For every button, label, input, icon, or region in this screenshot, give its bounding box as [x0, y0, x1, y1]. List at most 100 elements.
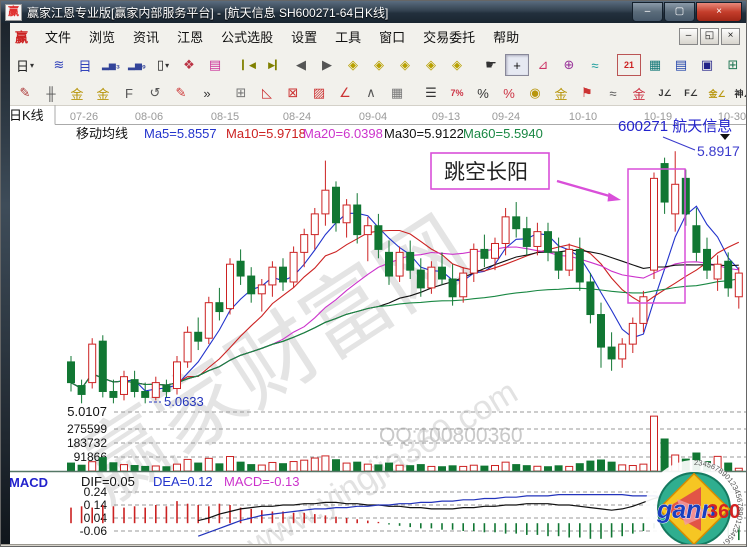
volume-bar [121, 465, 128, 471]
gold-ratio-grid-button[interactable]: 金 [91, 82, 115, 104]
minor-cycle-3-button[interactable]: ▂▅₃ [99, 54, 123, 76]
angle-line-button[interactable]: ∠ [333, 82, 357, 104]
volume-bar [566, 466, 573, 471]
date-tick-label: 08-15 [211, 111, 239, 123]
gold-line-button[interactable]: 金 [549, 82, 573, 104]
maximize-button[interactable]: ▢ [664, 2, 695, 22]
title-bar: 赢 赢家江恩专业版[赢家内部服务平台] - [航天信息 SH600271-64日… [1, 1, 747, 23]
notes-button[interactable]: ▤ [669, 54, 693, 76]
volume-bar [534, 466, 541, 471]
prev-bar-button[interactable]: ◀ [289, 54, 313, 76]
zigzag-button[interactable]: ∧ [359, 82, 383, 104]
main-chart[interactable]: 赢家财富网www.yingjia360.comQQ:10080036007-26… [1, 105, 747, 544]
candle-body [269, 267, 276, 285]
wave-band-button[interactable]: ≈ [601, 82, 625, 104]
mdi-restore-button[interactable]: ◱ [700, 28, 719, 45]
j-angle-button[interactable]: J∠ [653, 82, 677, 104]
percent-button[interactable]: % [471, 82, 495, 104]
date-tick-label: 08-06 [135, 111, 163, 123]
percent-line-button[interactable]: % [497, 82, 521, 104]
candle-body [354, 205, 361, 235]
candle-body [470, 249, 477, 273]
volume-bar [428, 466, 435, 471]
candle-body [608, 347, 615, 359]
ma-legend-item: Ma5=5.8557 [144, 126, 217, 141]
volume-bar [269, 462, 276, 471]
fib-grid-button[interactable]: F [117, 82, 141, 104]
candle-body [237, 261, 244, 276]
next-bar-button[interactable]: ▶ [315, 54, 339, 76]
menu-item-资讯[interactable]: 资讯 [124, 24, 168, 49]
grid-tool-button[interactable]: ╫ [39, 82, 63, 104]
gann-diamond-tool-4-icon[interactable]: ◈ [419, 54, 443, 76]
crosshair-tool-button[interactable]: + [505, 54, 529, 76]
mdi-close-button[interactable]: × [721, 28, 740, 45]
wave-tool-button[interactable]: ≈ [583, 54, 607, 76]
candle-body [205, 303, 212, 339]
dense-grid-button[interactable]: ▦ [385, 82, 409, 104]
gann-box-button[interactable]: ⊠ [281, 82, 305, 104]
menu-item-公式选股[interactable]: 公式选股 [212, 24, 282, 49]
calculator-button[interactable]: ▦ [643, 54, 667, 76]
gold-circle-button[interactable]: ◉ [523, 82, 547, 104]
menu-item-设置[interactable]: 设置 [282, 24, 326, 49]
menu-item-浏览[interactable]: 浏览 [80, 24, 124, 49]
annotation-arrowhead-icon [608, 193, 622, 202]
minor-cycle-9-button[interactable]: ▂▅₉ [125, 54, 149, 76]
candle-body [258, 285, 265, 294]
more-tools-button[interactable]: » [195, 82, 219, 104]
candle-body [566, 249, 573, 270]
cycle-tool-button[interactable]: ⊕ [557, 54, 581, 76]
date-tick-label: 09-13 [432, 111, 460, 123]
fan-lines-button[interactable]: ◺ [255, 82, 279, 104]
shen-angle-button[interactable]: 神∠ [731, 82, 747, 104]
percent-7-button[interactable]: 7% [445, 82, 469, 104]
gann-diamond-tool-3-icon[interactable]: ◈ [393, 54, 417, 76]
gold-angle-button[interactable]: 金∠ [705, 82, 729, 104]
color-volume-button[interactable]: ▤ [203, 54, 227, 76]
volume-bar [608, 462, 615, 471]
info-panel-button[interactable]: 目 [73, 54, 97, 76]
gann-diamond-tool-1-icon[interactable]: ◈ [341, 54, 365, 76]
candle-body [68, 362, 75, 383]
chip-distribution-button[interactable]: ❖ [177, 54, 201, 76]
close-button[interactable]: × [696, 2, 742, 22]
menu-item-文件[interactable]: 文件 [36, 24, 80, 49]
gold-underline-button[interactable]: 金 [627, 82, 651, 104]
mdi-minimize-button[interactable]: – [679, 28, 698, 45]
hand-tool-button[interactable]: ☛ [479, 54, 503, 76]
first-page-button[interactable]: ▎◀ [237, 54, 261, 76]
flag-pen-button[interactable]: ⚑ [575, 82, 599, 104]
candle-body [290, 252, 297, 282]
menu-item-帮助[interactable]: 帮助 [484, 24, 528, 49]
volume-bar [237, 462, 244, 471]
volume-bar [205, 458, 212, 471]
export-button[interactable]: ⊞ [721, 54, 745, 76]
box-tool-button[interactable]: ⊞ [229, 82, 253, 104]
gold-grid-button[interactable]: 金 [65, 82, 89, 104]
menu-item-工具[interactable]: 工具 [326, 24, 370, 49]
candle-body [227, 264, 234, 308]
gann-diamond-tool-5-icon[interactable]: ◈ [445, 54, 469, 76]
spiral-tool-button[interactable]: ↺ [143, 82, 167, 104]
draw-chart-button[interactable]: ✎ [169, 82, 193, 104]
volume-bar [407, 466, 414, 471]
minimize-button[interactable]: – [632, 2, 663, 22]
f-angle-button[interactable]: F∠ [679, 82, 703, 104]
candle-body [248, 276, 255, 294]
menu-item-窗口[interactable]: 窗口 [370, 24, 414, 49]
menu-item-江恩[interactable]: 江恩 [168, 24, 212, 49]
last-page-button[interactable]: ▶▎ [263, 54, 287, 76]
save-button[interactable]: ▣ [695, 54, 719, 76]
brush-tool-button[interactable]: ✎ [13, 82, 37, 104]
candle-style-button[interactable]: ▯▾ [151, 54, 175, 76]
menu-item-交易委托[interactable]: 交易委托 [414, 24, 484, 49]
wave-overlay-button[interactable]: ≋ [47, 54, 71, 76]
calendar-button[interactable]: 21 [617, 54, 641, 76]
gann-diamond-tool-2-icon[interactable]: ◈ [367, 54, 391, 76]
angle-measure-button[interactable]: ⊿ [531, 54, 555, 76]
ray-box-button[interactable]: ▨ [307, 82, 331, 104]
candle-body [629, 323, 636, 344]
kline-period-button[interactable]: 日▾ [13, 54, 37, 76]
stats-button[interactable]: ☰ [419, 82, 443, 104]
